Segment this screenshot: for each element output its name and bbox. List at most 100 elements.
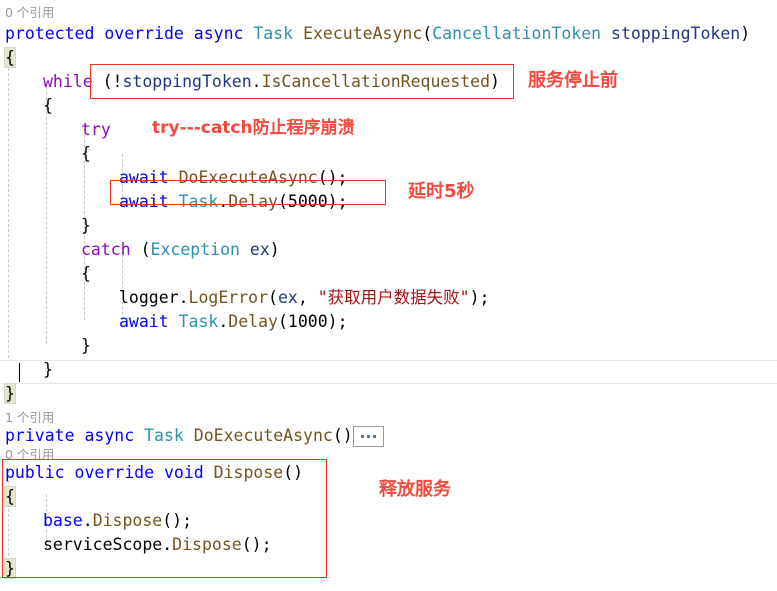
code-token: ): [740, 24, 751, 43]
code-line: {: [81, 142, 91, 166]
code-token: ExecuteAsync: [303, 24, 423, 43]
code-token: .: [162, 535, 173, 554]
code-token: logger: [119, 288, 179, 307]
code-line: {: [43, 94, 53, 118]
code-token: Delay: [228, 312, 278, 331]
code-token: Task: [178, 192, 219, 211]
code-token: (: [277, 192, 288, 211]
code-token: Task: [253, 24, 294, 43]
code-token: Exception: [150, 240, 240, 259]
code-line: protected override async Task ExecuteAsy…: [5, 22, 750, 46]
code-token: {: [4, 486, 16, 507]
code-token: await: [119, 168, 169, 187]
code-line: base.Dispose();: [43, 509, 192, 533]
code-token: "获取用户数据失败": [317, 288, 470, 307]
code-token: ex: [249, 240, 270, 259]
code-token: stoppingToken: [122, 72, 252, 91]
code-token: }: [4, 558, 16, 579]
codelens-executeasync[interactable]: 0 个引用: [5, 4, 54, 22]
code-token: .: [178, 288, 189, 307]
code-token: );: [327, 192, 348, 211]
code-token: protected: [5, 24, 95, 43]
code-token: Dispose: [92, 511, 163, 530]
code-token: (: [268, 288, 278, 307]
code-token: (): [332, 426, 353, 445]
annotation-label-while-condition: 服务停止前: [528, 70, 618, 91]
code-token: );: [327, 312, 348, 331]
code-token: (: [422, 24, 433, 43]
code-token: Task: [178, 312, 219, 331]
code-token: {: [81, 144, 91, 163]
code-editor[interactable]: 0 个引用 protected override async Task Exec…: [0, 0, 777, 591]
code-line: try: [81, 118, 111, 142]
code-token: .: [82, 511, 93, 530]
code-line: catch (Exception ex): [81, 238, 280, 262]
annotation-label-dispose: 释放服务: [379, 479, 451, 500]
code-token: }: [4, 383, 16, 404]
code-token: ();: [162, 511, 193, 530]
collapsed-dot-icon: [361, 435, 364, 438]
code-token: ): [269, 240, 280, 259]
code-token: (!: [102, 72, 123, 91]
text-caret: [19, 363, 20, 382]
code-token: override: [74, 463, 155, 482]
code-token: ,: [297, 288, 318, 307]
code-token: IsCancellationRequested: [261, 72, 491, 91]
code-token: DoExecuteAsync: [178, 168, 318, 187]
collapsed-dot-icon: [367, 435, 370, 438]
code-token: 1000: [287, 312, 328, 331]
code-token: await: [119, 192, 169, 211]
code-token: private: [5, 426, 75, 445]
code-token: await: [119, 312, 169, 331]
code-token: async: [84, 426, 135, 445]
code-token: ();: [241, 535, 272, 554]
code-line: await Task.Delay(1000);: [119, 310, 348, 334]
code-token: }: [81, 336, 91, 355]
code-token: (: [130, 240, 151, 259]
code-token: stoppingToken: [611, 24, 741, 43]
code-token: }: [81, 216, 91, 235]
code-line: serviceScope.Dispose();: [43, 533, 272, 557]
code-token: async: [193, 24, 244, 43]
code-line: }: [4, 382, 16, 406]
code-token: {: [43, 96, 53, 115]
code-token: ex: [277, 288, 298, 307]
doexecuteasync-signature: private async Task DoExecuteAsync(): [5, 424, 353, 448]
code-token: LogError: [188, 288, 269, 307]
code-token: Task: [144, 426, 184, 445]
code-line: while (!stoppingToken.IsCancellationRequ…: [43, 70, 500, 94]
indent-guide: [8, 58, 9, 368]
code-token: ): [490, 72, 500, 91]
code-token: CancellationToken: [432, 24, 602, 43]
code-line: logger.LogError(ex, "获取用户数据失败");: [119, 286, 489, 310]
annotation-label-try-catch: try---catch防止程序崩溃: [152, 118, 355, 138]
code-token: public: [5, 463, 65, 482]
code-line: {: [4, 46, 16, 70]
code-token: .: [218, 312, 229, 331]
code-token: catch: [81, 240, 131, 259]
code-token: (): [283, 463, 304, 482]
code-token: ();: [317, 168, 348, 187]
code-token: .: [251, 72, 262, 91]
collapsed-region-button[interactable]: [353, 426, 384, 447]
code-token: void: [163, 463, 204, 482]
indent-guide: [46, 82, 47, 344]
code-token: serviceScope: [43, 535, 163, 554]
code-token: 5000: [287, 192, 328, 211]
code-token: try: [81, 120, 111, 139]
code-token: Delay: [228, 192, 278, 211]
code-line: await DoExecuteAsync();: [119, 166, 348, 190]
code-token: .: [218, 192, 229, 211]
code-token: Dispose: [172, 535, 242, 554]
